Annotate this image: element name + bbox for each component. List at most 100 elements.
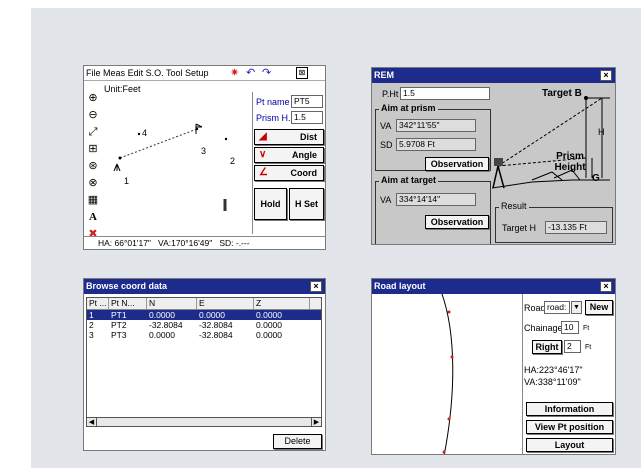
angle-icon: ∨ (259, 149, 267, 160)
tool-column: ⊕ ⊖ ⤢ ⊞ ⊛ ⊗ ▦ A ✖ (86, 90, 100, 243)
g-label: G (592, 173, 600, 184)
cell: PT3 (111, 330, 127, 340)
right-offset-input[interactable]: 2 (564, 340, 581, 353)
pt-name-label: Pt name (256, 97, 290, 107)
sd-value: 5.9708 Ft (396, 138, 476, 151)
table-row[interactable]: 2 PT2 -32.8084 -32.8084 0.0000 (87, 320, 321, 330)
rem-title-bar: REM × (372, 68, 615, 83)
status-ha: HA: 66°01'17" (98, 238, 151, 248)
plot-area[interactable] (102, 96, 250, 216)
cell: 3 (89, 330, 94, 340)
cell: 1 (89, 310, 94, 320)
observation-target-button[interactable]: Observation (425, 215, 489, 229)
cell: -32.8084 (199, 330, 233, 340)
close-icon[interactable]: × (310, 281, 322, 292)
chainage-label: Chainage (524, 323, 563, 333)
star-icon[interactable]: ✷ (230, 66, 239, 80)
layout-button[interactable]: Layout (526, 438, 613, 452)
menu-tool[interactable]: Tool (166, 68, 183, 78)
observation-prism-button[interactable]: Observation (425, 157, 489, 171)
prism-h-input[interactable]: 1.5 (291, 111, 323, 124)
status-sd: SD: -.--- (219, 238, 250, 248)
menu-file[interactable]: File (86, 68, 101, 78)
new-button[interactable]: New (585, 300, 613, 315)
pt-name-input[interactable]: PT5 (291, 95, 323, 108)
browse-coord-screen: Browse coord data × Pt ... Pt N... N E Z … (83, 278, 326, 451)
browse-title: Browse coord data (86, 281, 168, 291)
col-n[interactable]: N (147, 298, 197, 309)
road-title: Road layout (374, 281, 426, 291)
chainage-input[interactable]: 10 (561, 321, 579, 334)
va-readout: VA:338°11'09" (524, 377, 581, 387)
menu-bar: File Meas Edit S.O. Tool Setup ✷ ↶ ↷ ⊠ (84, 66, 325, 81)
road-select[interactable]: road: (544, 301, 570, 314)
pht-label: P.Ht (382, 89, 399, 99)
zoom-window-icon[interactable]: ⤢ (86, 124, 100, 141)
redo-icon[interactable]: ↷ (262, 66, 271, 80)
col-z[interactable]: Z (254, 298, 310, 309)
point-label-1: 1 (124, 176, 130, 186)
cell: 0.0000 (256, 320, 282, 330)
text-icon[interactable]: A (86, 209, 100, 226)
angle-button[interactable]: ∨ Angle (254, 147, 324, 163)
pan-icon[interactable]: ⊛ (86, 158, 100, 175)
close-icon[interactable]: × (600, 281, 612, 292)
coord-button[interactable]: ∠ Coord (254, 165, 324, 181)
view-pt-position-button[interactable]: View Pt position (526, 420, 613, 434)
va-value: 342°11'55" (396, 119, 476, 132)
keyboard-icon[interactable]: ⊠ (296, 67, 308, 79)
chainage-unit: Ft (583, 325, 590, 332)
information-button[interactable]: Information (526, 402, 613, 416)
unit-label: Unit:Feet (104, 84, 141, 94)
va2-label: VA (380, 195, 392, 205)
cell: 0.0000 (199, 310, 225, 320)
menu-meas[interactable]: Meas (103, 68, 125, 78)
zoom-target-icon[interactable]: ⊗ (86, 175, 100, 192)
cell: 0.0000 (149, 330, 175, 340)
col-e[interactable]: E (197, 298, 254, 309)
coord-table[interactable]: Pt ... Pt N... N E Z 1 PT1 0.0000 0.0000… (86, 297, 322, 427)
result-label: Result (499, 201, 529, 211)
rem-screen: REM × P.Ht 1.5 Aim at prism VA 342°11'55"… (371, 67, 616, 245)
close-icon[interactable]: × (600, 70, 612, 81)
col-pt-name[interactable]: Pt N... (109, 298, 147, 309)
undo-icon[interactable]: ↶ (246, 66, 255, 80)
pht-input[interactable]: 1.5 (400, 87, 490, 100)
scroll-right-icon[interactable]: ▶ (311, 418, 321, 426)
zoom-out-icon[interactable]: ⊖ (86, 107, 100, 124)
point-label-4: 4 (142, 128, 148, 138)
scroll-left-icon[interactable]: ◀ (87, 418, 97, 426)
table-row[interactable]: 1 PT1 0.0000 0.0000 0.0000 (87, 310, 321, 320)
cell: 2 (89, 320, 94, 330)
menu-setup[interactable]: Setup (185, 68, 209, 78)
cell: -32.8084 (199, 320, 233, 330)
col-pt[interactable]: Pt ... (87, 298, 109, 309)
point-label-3: 3 (201, 146, 207, 156)
right-button[interactable]: Right (532, 340, 562, 354)
prism-h-label: Prism H. (256, 113, 291, 123)
cell: PT1 (111, 310, 127, 320)
rem-title: REM (374, 70, 394, 80)
va-label: VA (380, 121, 392, 131)
right-unit: Ft (585, 344, 592, 351)
target-h-label: Target H (502, 223, 537, 233)
menu-edit[interactable]: Edit (128, 68, 144, 78)
delete-button[interactable]: Delete (273, 434, 322, 449)
rem-body: P.Ht 1.5 Aim at prism VA 342°11'55" SD 5… (372, 83, 615, 244)
menu-so[interactable]: S.O. (146, 68, 164, 78)
hold-button[interactable]: Hold (254, 188, 287, 220)
road-plot[interactable] (372, 294, 522, 455)
measurement-screen: File Meas Edit S.O. Tool Setup ✷ ↶ ↷ ⊠ ⊕… (83, 65, 326, 250)
dist-button[interactable]: ◢ Dist (254, 129, 324, 145)
zoom-in-icon[interactable]: ⊕ (86, 90, 100, 107)
dropdown-chevron-icon[interactable]: ▼ (571, 301, 582, 314)
zoom-all-icon[interactable]: ⊞ (86, 141, 100, 158)
aim-target-label: Aim at target (379, 175, 439, 185)
layer-icon[interactable]: ▦ (86, 192, 100, 209)
road-title-bar: Road layout × (372, 279, 615, 294)
target-b-label: Target B (542, 88, 582, 99)
table-row[interactable]: 3 PT3 0.0000 -32.8084 0.0000 (87, 330, 321, 340)
horizontal-scrollbar[interactable]: ◀ ▶ (86, 417, 322, 427)
dist-icon: ◢ (259, 131, 267, 142)
hset-button[interactable]: H Set (289, 188, 324, 220)
